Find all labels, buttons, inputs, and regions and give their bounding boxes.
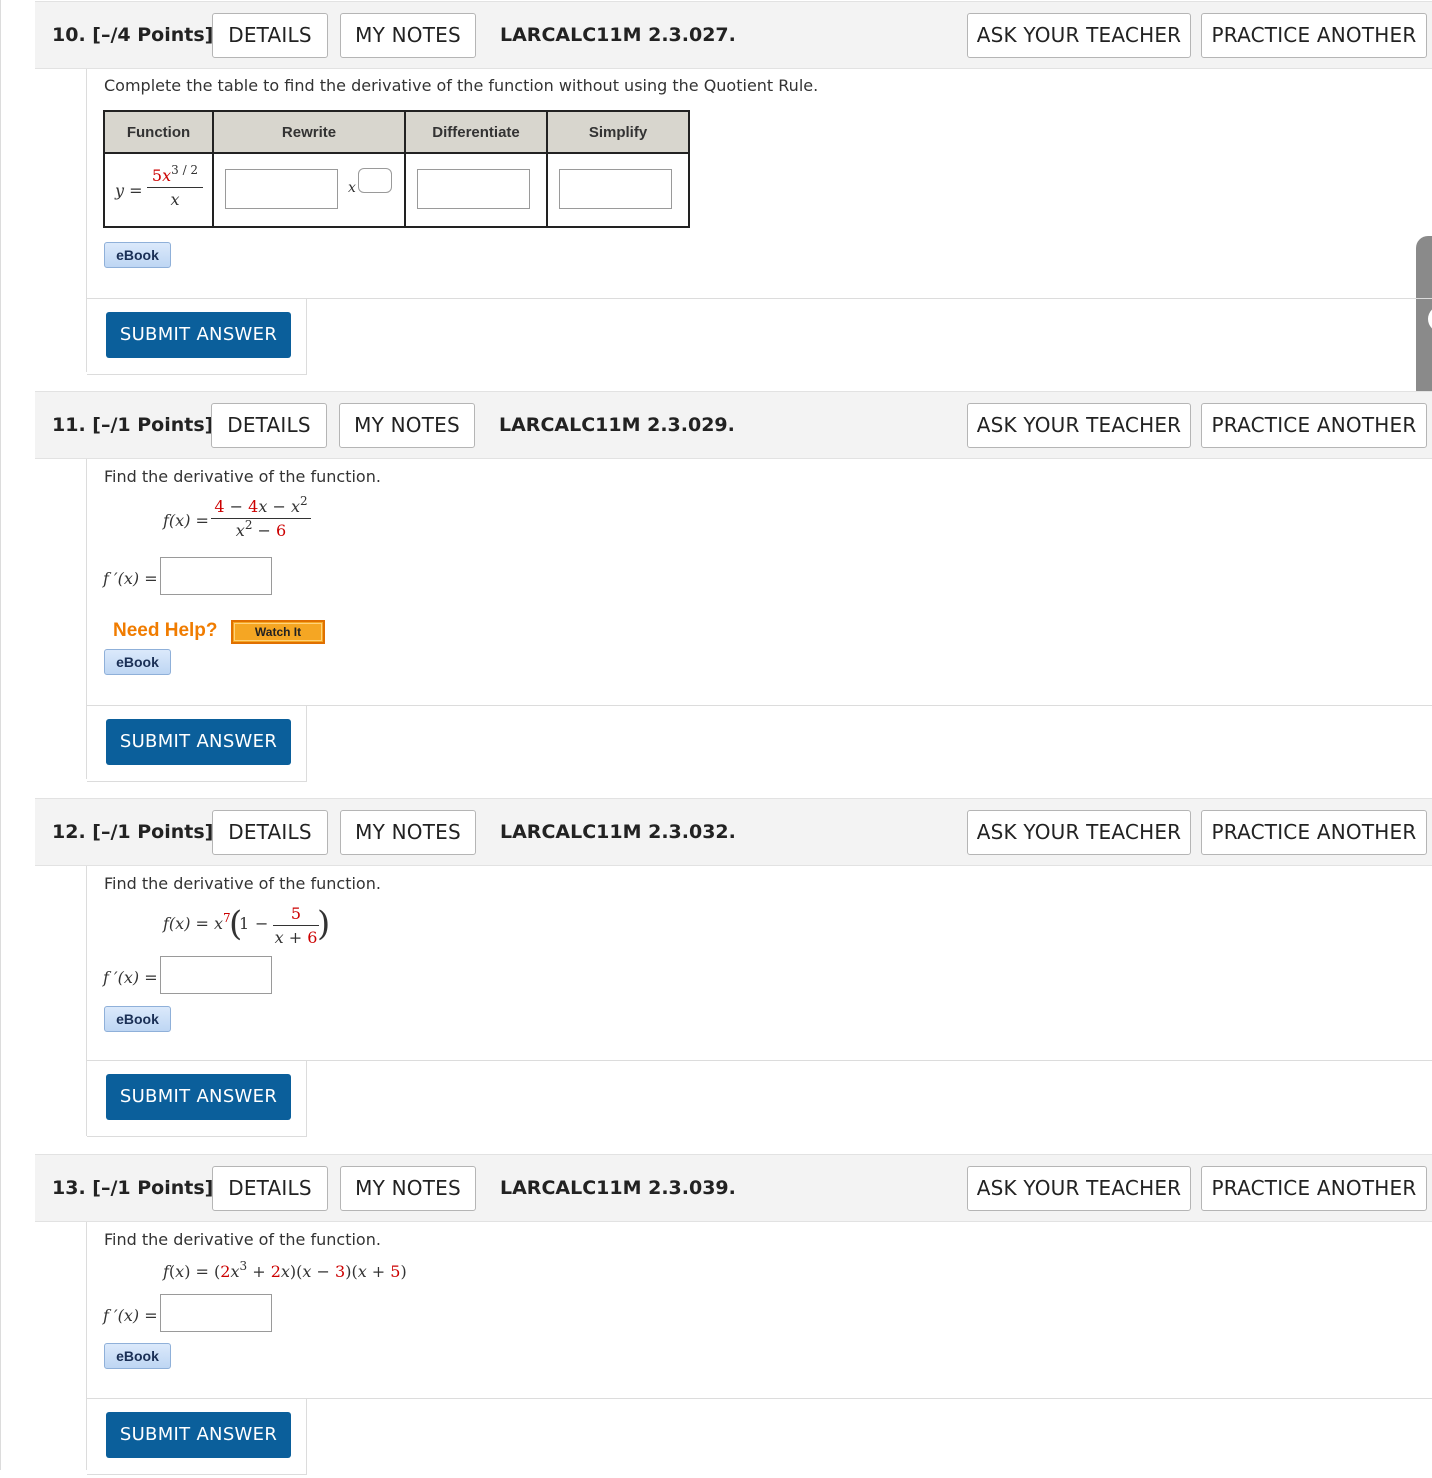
submit-answer-button[interactable]: SUBMIT ANSWER <box>106 312 291 358</box>
differentiate-input[interactable] <box>417 169 530 209</box>
rewrite-variable: x <box>348 180 356 196</box>
derivative-label: f ′(x) = <box>103 1306 158 1325</box>
rewrite-exponent-input[interactable] <box>358 168 392 193</box>
my-notes-button[interactable]: MY NOTES <box>340 1166 476 1211</box>
ebook-button[interactable]: eBook <box>104 1006 171 1032</box>
simplify-cell <box>546 152 690 228</box>
function-expression: f(x) = (2x3 + 2x)(x − 3)(x + 5) <box>163 1259 407 1281</box>
question-10-body: Complete the table to find the derivativ… <box>86 69 1432 375</box>
details-button[interactable]: DETAILS <box>212 810 328 855</box>
function-lhs: y = <box>115 181 143 200</box>
question-prompt: Find the derivative of the function. <box>104 874 381 893</box>
details-button[interactable]: DETAILS <box>212 13 328 58</box>
my-notes-button[interactable]: MY NOTES <box>340 13 476 58</box>
rewrite-coefficient-input[interactable] <box>225 169 338 209</box>
my-notes-button[interactable]: MY NOTES <box>339 403 475 448</box>
need-help-label: Need Help? <box>113 620 218 641</box>
differentiate-cell <box>404 152 548 228</box>
page-left-border <box>0 0 1 1470</box>
question-prompt: Find the derivative of the function. <box>104 467 381 486</box>
derivative-answer-input[interactable] <box>160 1294 272 1332</box>
derivative-answer-input[interactable] <box>160 557 272 595</box>
submit-area: SUBMIT ANSWER <box>87 1060 1432 1140</box>
function-fraction: 5x3 / 2 x <box>147 164 203 209</box>
derivative-answer-input[interactable] <box>160 956 272 994</box>
question-13-header: 13. [–/1 Points] DETAILS MY NOTES LARCAL… <box>35 1154 1432 1222</box>
ebook-button[interactable]: eBook <box>104 1343 171 1369</box>
rewrite-cell: x <box>212 152 406 228</box>
ask-your-teacher-button[interactable]: ASK YOUR TEACHER <box>967 403 1191 448</box>
problem-id: LARCALC11M 2.3.027. <box>500 24 736 46</box>
derivative-table: Function Rewrite Differentiate Simplify … <box>103 110 690 228</box>
derivative-label: f ′(x) = <box>103 569 158 588</box>
simplify-input[interactable] <box>559 169 672 209</box>
submit-answer-button[interactable]: SUBMIT ANSWER <box>106 1074 291 1120</box>
submit-area: SUBMIT ANSWER <box>87 298 1432 378</box>
question-prompt: Complete the table to find the derivativ… <box>104 76 819 95</box>
practice-another-button[interactable]: PRACTICE ANOTHER <box>1201 810 1427 855</box>
question-number: 11. [–/1 Points] <box>52 414 214 436</box>
function-cell: y = 5x3 / 2 x <box>103 152 214 228</box>
details-button[interactable]: DETAILS <box>211 403 327 448</box>
watch-it-button[interactable]: Watch It <box>231 620 325 644</box>
table-header-differentiate: Differentiate <box>404 110 548 154</box>
submit-area: SUBMIT ANSWER <box>87 705 1432 785</box>
problem-id: LARCALC11M 2.3.032. <box>500 821 736 843</box>
question-11-body: Find the derivative of the function. f(x… <box>86 459 1432 782</box>
practice-another-button[interactable]: PRACTICE ANOTHER <box>1201 13 1427 58</box>
function-lhs: f(x) = <box>163 511 209 530</box>
submit-area: SUBMIT ANSWER <box>87 1398 1432 1478</box>
question-12-header: 12. [–/1 Points] DETAILS MY NOTES LARCAL… <box>35 798 1432 866</box>
submit-answer-button[interactable]: SUBMIT ANSWER <box>106 1412 291 1458</box>
practice-another-button[interactable]: PRACTICE ANOTHER <box>1201 403 1427 448</box>
question-13-body: Find the derivative of the function. f(x… <box>86 1222 1432 1475</box>
ebook-button[interactable]: eBook <box>104 242 171 268</box>
submit-answer-button[interactable]: SUBMIT ANSWER <box>106 719 291 765</box>
question-11-header: 11. [–/1 Points] DETAILS MY NOTES LARCAL… <box>35 391 1432 459</box>
problem-id: LARCALC11M 2.3.039. <box>500 1177 736 1199</box>
practice-another-button[interactable]: PRACTICE ANOTHER <box>1201 1166 1427 1211</box>
ask-your-teacher-button[interactable]: ASK YOUR TEACHER <box>967 1166 1191 1211</box>
question-prompt: Find the derivative of the function. <box>104 1230 381 1249</box>
question-10-header: 10. [–/4 Points] DETAILS MY NOTES LARCAL… <box>35 1 1432 69</box>
ask-your-teacher-button[interactable]: ASK YOUR TEACHER <box>967 13 1191 58</box>
question-number: 10. [–/4 Points] <box>52 24 214 46</box>
question-12-body: Find the derivative of the function. f(x… <box>86 866 1432 1137</box>
question-number: 12. [–/1 Points] <box>52 821 214 843</box>
problem-id: LARCALC11M 2.3.029. <box>499 414 735 436</box>
my-notes-button[interactable]: MY NOTES <box>340 810 476 855</box>
function-fraction: 4 − 4x − x2 x2 − 6 <box>211 495 311 540</box>
question-number: 13. [–/1 Points] <box>52 1177 214 1199</box>
table-header-function: Function <box>103 110 214 154</box>
table-header-rewrite: Rewrite <box>212 110 406 154</box>
derivative-label: f ′(x) = <box>103 968 158 987</box>
table-header-simplify: Simplify <box>546 110 690 154</box>
details-button[interactable]: DETAILS <box>212 1166 328 1211</box>
ask-your-teacher-button[interactable]: ASK YOUR TEACHER <box>967 810 1191 855</box>
ebook-button[interactable]: eBook <box>104 649 171 675</box>
